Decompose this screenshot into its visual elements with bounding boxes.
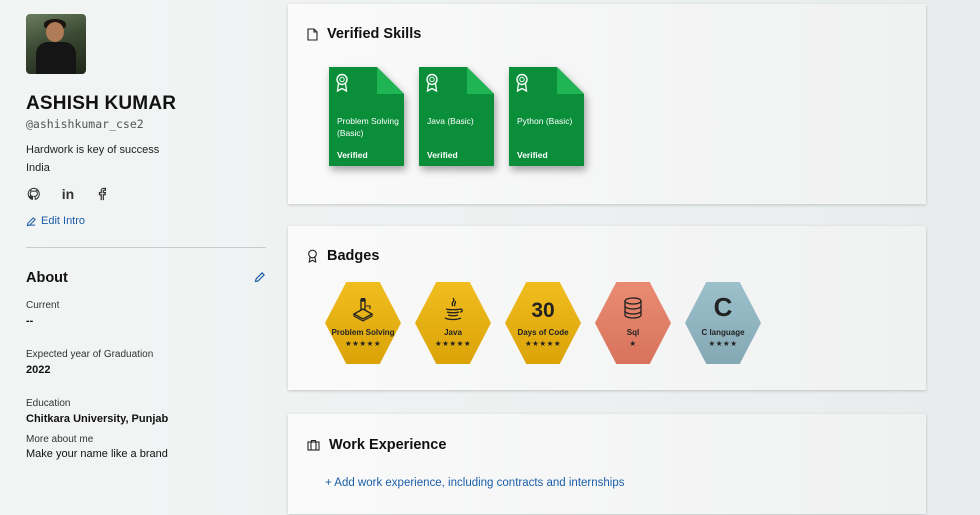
badge-sql[interactable]: Sql ★: [595, 282, 671, 364]
skill-name: Python (Basic): [517, 116, 573, 126]
linkedin-icon[interactable]: in: [60, 186, 76, 202]
skill-name: Java (Basic): [427, 116, 474, 126]
edit-intro-label: Edit Intro: [41, 215, 86, 227]
badges-card: Badges Problem Solving ★★★★★ Java ★★★★★ …: [288, 226, 926, 390]
badge-stars: ★★★★★: [344, 339, 382, 348]
badge-label: C language: [701, 328, 745, 337]
problem-solving-icon: [325, 296, 401, 327]
pencil-icon: [26, 216, 36, 226]
skill-name: Problem Solving (Basic): [337, 116, 399, 138]
skill-card-java[interactable]: Java (Basic) Verified: [419, 67, 494, 166]
edit-intro-link[interactable]: Edit Intro: [26, 215, 266, 227]
graduation-value: 2022: [26, 364, 51, 376]
medal-icon: [336, 73, 348, 93]
about-title: About: [26, 270, 68, 286]
briefcase-icon: [307, 439, 320, 451]
profile-country: India: [26, 162, 50, 174]
badge-label: Problem Solving: [331, 328, 395, 337]
profile-handle: @ashishkumar_cse2: [26, 117, 144, 131]
skill-card-problem-solving[interactable]: Problem Solving (Basic) Verified: [329, 67, 404, 166]
more-about-value: Make your name like a brand: [26, 448, 168, 460]
profile-sidebar: ASHISH KUMAR @ashishkumar_cse2 Hardwork …: [26, 14, 266, 460]
social-links: in: [26, 186, 266, 202]
about-header: About: [26, 270, 266, 286]
education-value: Chitkara University, Punjab: [26, 413, 169, 425]
verified-skills-card: Verified Skills Problem Solving (Basic) …: [288, 4, 926, 204]
badge-stars: ★★★★★: [434, 339, 472, 348]
badge-big-text: C: [713, 292, 733, 322]
skill-card-python[interactable]: Python (Basic) Verified: [509, 67, 584, 166]
medal-icon: [426, 73, 438, 93]
badge-stars: ★★★★★: [524, 339, 562, 348]
badge-problem-solving[interactable]: Problem Solving ★★★★★: [325, 282, 401, 364]
verified-skills-title: Verified Skills: [327, 26, 422, 42]
avatar[interactable]: [26, 14, 86, 74]
badge-label: Sql: [626, 328, 640, 337]
profile-tagline: Hardwork is key of success: [26, 144, 160, 156]
badge-stars: ★★★★: [708, 339, 738, 348]
java-icon: [415, 296, 491, 327]
badge-days-of-code[interactable]: 30 Days of Code ★★★★★: [505, 282, 581, 364]
medal-icon: [516, 73, 528, 93]
profile-name: ASHISH KUMAR: [26, 93, 177, 114]
skill-status: Verified: [517, 150, 548, 160]
graduation-label: Expected year of Graduation: [26, 349, 154, 360]
document-icon: [307, 27, 318, 41]
work-experience-title: Work Experience: [329, 437, 447, 453]
skill-status: Verified: [427, 150, 458, 160]
education-label: Education: [26, 398, 71, 409]
work-experience-card: Work Experience + Add work experience, i…: [288, 414, 926, 514]
verified-skills-header: Verified Skills: [307, 26, 421, 42]
database-icon: [595, 296, 671, 327]
more-about-label: More about me: [26, 434, 94, 445]
facebook-icon[interactable]: [94, 186, 110, 202]
badges-title: Badges: [327, 248, 380, 264]
edit-about-icon[interactable]: [254, 271, 266, 286]
badge-label: Java: [444, 328, 462, 337]
badge-label: Days of Code: [517, 328, 569, 337]
award-icon: [308, 249, 317, 263]
work-experience-header: Work Experience: [307, 437, 446, 453]
current-value: --: [26, 315, 34, 327]
badge-big-text: 30: [531, 299, 555, 322]
current-label: Current: [26, 300, 60, 311]
badge-c-language[interactable]: C C language ★★★★: [685, 282, 761, 364]
skill-status: Verified: [337, 150, 368, 160]
badge-stars: ★: [629, 339, 637, 348]
badges-header: Badges: [307, 248, 379, 264]
github-icon[interactable]: [26, 186, 42, 202]
sidebar-divider: [26, 247, 266, 248]
badge-java[interactable]: Java ★★★★★: [415, 282, 491, 364]
add-work-experience-link[interactable]: + Add work experience, including contrac…: [325, 477, 625, 489]
